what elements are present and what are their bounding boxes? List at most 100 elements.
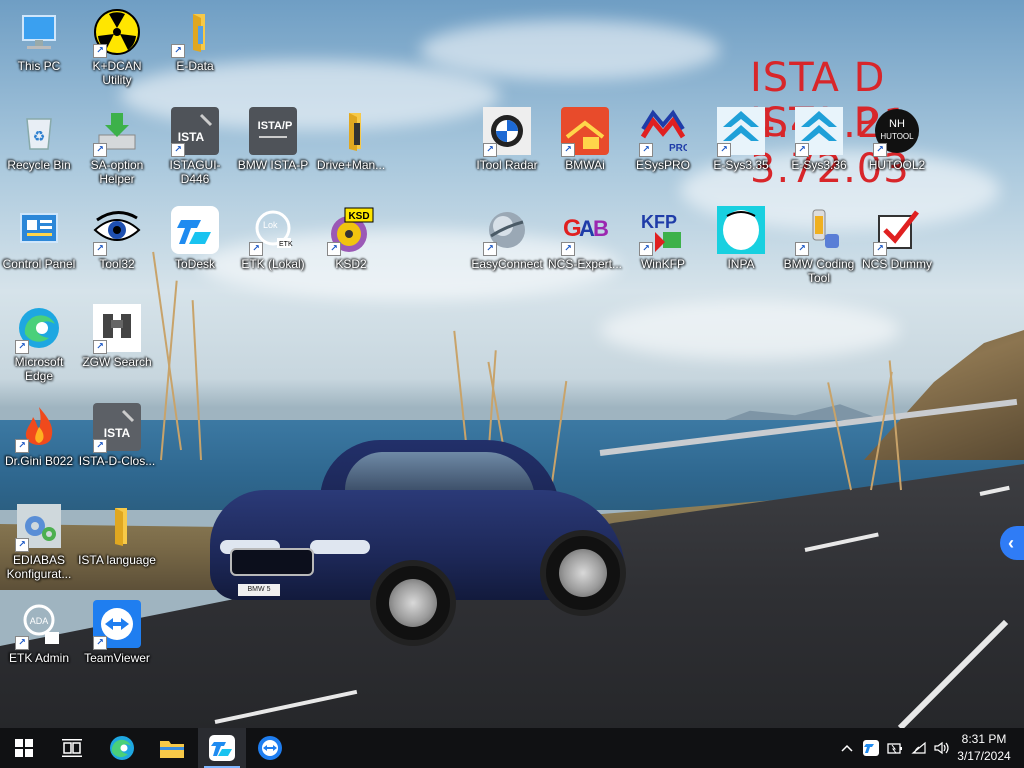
folder-icon <box>93 502 141 550</box>
etk-admin-icon: ADA ↗ <box>15 600 63 650</box>
desktop-icon-ediabas[interactable]: ↗ EDIABAS Konfigurat... <box>0 502 78 581</box>
desktop-icon-dr-gini[interactable]: ↗ Dr.Gini B022 <box>0 403 78 468</box>
etk-icon: Lok ETK ↗ <box>249 206 297 256</box>
desktop-icon-esyspro[interactable]: PRO ↗ ESysPRO <box>624 107 702 172</box>
desktop-icon-ncs-expert[interactable]: GAB ↗ NCS-Expert... <box>546 206 624 271</box>
todesk-tray-icon <box>863 740 879 756</box>
download-icon: ↗ <box>93 107 141 157</box>
icon-label: ISTAGUI-D446 <box>169 158 221 186</box>
ista-p-icon: ISTA/P <box>249 107 297 155</box>
icon-label: WinKFP <box>640 257 685 271</box>
svg-text:Lok: Lok <box>263 220 278 230</box>
recycle-bin-icon: ♻ <box>15 107 63 155</box>
edge-taskbar-button[interactable] <box>98 728 146 768</box>
icon-label: ITool Radar <box>476 158 538 172</box>
gabi-icon: GAB ↗ <box>561 206 609 256</box>
start-button[interactable] <box>0 728 48 768</box>
battery-icon <box>887 743 902 754</box>
network-button[interactable] <box>908 728 930 768</box>
icon-label: Microsoft Edge <box>14 355 64 383</box>
svg-text:ISTA/P: ISTA/P <box>258 120 293 132</box>
desktop-icon-drive-man[interactable]: Drive+Man... <box>312 107 390 172</box>
gears-icon: ↗ <box>15 502 63 552</box>
icon-label: BMWAi <box>565 158 605 172</box>
teamviewer-icon: ↗ <box>93 600 141 650</box>
flame-icon: ↗ <box>15 403 63 453</box>
desktop-icon-teamviewer[interactable]: ↗ TeamViewer <box>78 600 156 665</box>
desktop-icon-istagui-d446[interactable]: ISTA ↗ ISTAGUI-D446 <box>156 107 234 186</box>
icon-label: Tool32 <box>99 257 135 271</box>
task-view-icon <box>62 739 82 757</box>
chevron-up-icon <box>841 744 853 752</box>
icon-label: INPA <box>727 257 755 271</box>
desktop-icon-this-pc[interactable]: This PC <box>0 8 78 73</box>
todesk-tray-button[interactable] <box>860 728 882 768</box>
desktop-icon-bmw-coding-tool[interactable]: ↗ BMW Coding Tool <box>780 206 858 285</box>
desktop-icon-tool32[interactable]: ↗ Tool32 <box>78 206 156 271</box>
bmwai-icon: ↗ <box>561 107 609 157</box>
icon-label: E-Data <box>176 59 214 73</box>
icon-label: NCS Dummy <box>861 257 932 271</box>
car-image: BMW 5 <box>210 420 626 650</box>
desktop-icon-esys-336[interactable]: ↗ E-Sys3.36 <box>780 107 858 172</box>
icon-label: EDIABAS Konfigurat... <box>6 553 72 581</box>
desktop-icon-winkfp[interactable]: KFP ↗ WinKFP <box>624 206 702 271</box>
ista-icon: ISTA ↗ <box>93 403 141 453</box>
desktop-icon-ncs-dummy[interactable]: ↗ NCS Dummy <box>858 206 936 271</box>
coding-tool-icon: ↗ <box>795 206 843 256</box>
icon-label: Dr.Gini B022 <box>4 454 74 468</box>
taskbar: 8:31 PM 3/17/2024 <box>0 728 1024 768</box>
desktop-icon-control-panel[interactable]: Control Panel <box>0 206 78 271</box>
icon-label: ISTA-D-Clos... <box>78 454 156 468</box>
desktop-icon-ista-language[interactable]: ISTA language <box>78 502 156 567</box>
chevron-left-icon: ‹ <box>1008 533 1014 553</box>
desktop-icon-sa-option-helper[interactable]: ↗ SA-option Helper <box>78 107 156 186</box>
desktop-icon-hutool2[interactable]: NH HUTOOL ↗ HUTOOL2 <box>858 107 936 172</box>
battery-button[interactable] <box>884 728 906 768</box>
folder-icon <box>160 741 184 758</box>
desktop-icon-itool-radar[interactable]: ↗ ITool Radar <box>468 107 546 172</box>
desktop-icon-bmw-ista-p[interactable]: ISTA/P BMW ISTA-P <box>234 107 312 172</box>
desktop-icon-e-data[interactable]: ↗ E-Data <box>156 8 234 73</box>
radiation-icon: ↗ <box>93 8 141 58</box>
desktop-icon-etk-lokal[interactable]: Lok ETK ↗ ETK (Lokal) <box>234 206 312 271</box>
task-view-button[interactable] <box>48 728 96 768</box>
wifi-icon <box>911 741 926 754</box>
volume-button[interactable] <box>932 728 954 768</box>
desktop-icon-zgw-search[interactable]: ↗ ZGW Search <box>78 304 156 369</box>
clock-time: 8:31 PM <box>961 732 1007 746</box>
desktop-icon-ksd2[interactable]: KSD ↗ KSD2 <box>312 206 390 271</box>
svg-text:ISTA: ISTA <box>178 130 205 144</box>
file-explorer-button[interactable] <box>148 728 196 768</box>
desktop-icon-todesk[interactable]: ToDesk <box>156 206 234 271</box>
todesk-taskbar-button[interactable] <box>198 728 246 768</box>
icon-label: E-Sys3.36 <box>791 158 847 172</box>
icon-label: BMW ISTA-P <box>237 158 309 172</box>
desktop-icon-etk-admin[interactable]: ADA ↗ ETK Admin <box>0 600 78 665</box>
svg-text:ADA: ADA <box>30 616 49 626</box>
binoculars-icon: ↗ <box>93 304 141 354</box>
svg-text:B: B <box>593 216 609 241</box>
desktop-icon-esys-335[interactable]: ↗ E-Sys3.35 <box>702 107 780 172</box>
icon-label: Recycle Bin <box>7 158 71 172</box>
desktop-icon-recycle-bin[interactable]: ♻ Recycle Bin <box>0 107 78 172</box>
checkmark-icon: ↗ <box>873 206 921 256</box>
show-hidden-icons-button[interactable] <box>836 728 858 768</box>
desktop-icon-ista-d-close[interactable]: ISTA ↗ ISTA-D-Clos... <box>78 403 156 468</box>
teamviewer-taskbar-button[interactable] <box>246 728 294 768</box>
edge-icon: ↗ <box>15 304 63 354</box>
hutool-icon: NH HUTOOL ↗ <box>873 107 921 157</box>
icon-label: Drive+Man... <box>316 158 386 172</box>
desktop-icon-kdcan-utility[interactable]: ↗ K+DCAN Utility <box>78 8 156 87</box>
desktop-icon-inpa[interactable]: INPA <box>702 206 780 271</box>
teamviewer-icon <box>258 736 282 760</box>
desktop-icon-microsoft-edge[interactable]: ↗ Microsoft Edge <box>0 304 78 383</box>
esyspro-icon: PRO ↗ <box>639 107 691 157</box>
control-panel-icon <box>15 206 63 254</box>
desktop-icon-bmwai[interactable]: ↗ BMWAi <box>546 107 624 172</box>
desktop-icon-easyconnect[interactable]: ↗ EasyConnect <box>468 206 546 271</box>
folder-icon: ↗ <box>171 8 219 58</box>
ksd-icon: KSD ↗ <box>327 206 375 256</box>
system-clock[interactable]: 8:31 PM 3/17/2024 <box>954 731 1014 765</box>
this-pc-icon <box>15 8 63 56</box>
